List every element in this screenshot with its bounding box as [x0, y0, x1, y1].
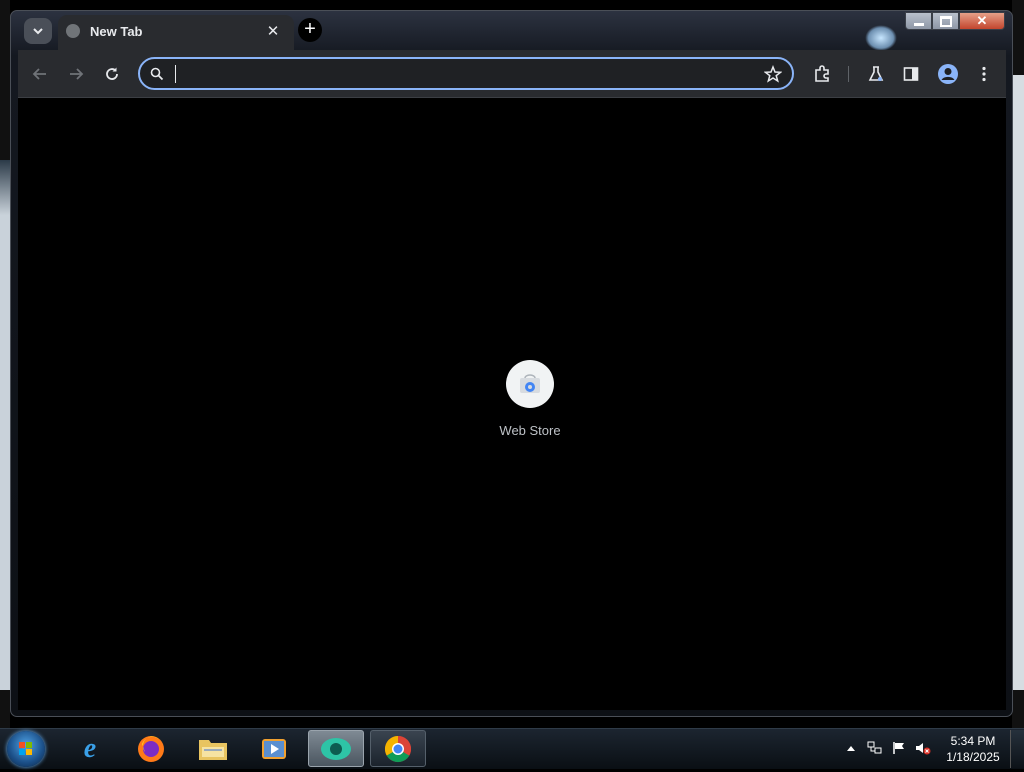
show-hidden-icons-button[interactable]: [843, 740, 859, 756]
flask-icon: [868, 66, 884, 81]
app-viewer-icon: [321, 737, 351, 760]
shortcut-icon-circle: [506, 360, 554, 408]
taskbar-clock[interactable]: 5:34 PM 1/18/2025: [940, 733, 1006, 765]
show-desktop-button[interactable]: [1010, 730, 1024, 768]
desktop-background-left: [0, 0, 10, 730]
menu-button[interactable]: [972, 62, 996, 86]
taskbar-app-viewer[interactable]: [308, 730, 364, 767]
avatar-icon: [938, 64, 958, 84]
chevron-down-icon: [33, 28, 43, 35]
reload-button[interactable]: [100, 62, 124, 86]
internet-explorer-icon: e: [83, 732, 97, 764]
taskbar-firefox[interactable]: [123, 730, 179, 767]
windows-logo-icon: [19, 742, 32, 755]
reload-icon: [106, 67, 118, 80]
volume-muted-icon[interactable]: [915, 740, 931, 756]
action-center-flag-icon[interactable]: [891, 740, 907, 756]
new-tab-button[interactable]: +: [298, 18, 322, 42]
network-icon[interactable]: [867, 740, 883, 756]
extensions-button[interactable]: [810, 62, 834, 86]
flag-icon: [893, 742, 904, 754]
text-cursor: [175, 65, 176, 83]
side-panel-button[interactable]: [899, 62, 923, 86]
network-status-icon: [867, 741, 882, 754]
profile-button[interactable]: [936, 62, 960, 86]
back-button[interactable]: [28, 62, 52, 86]
minimize-icon: [913, 22, 924, 26]
arrow-left-icon: [32, 68, 46, 80]
taskbar-media-player[interactable]: [246, 730, 302, 767]
clock-date: 1/18/2025: [946, 750, 1000, 764]
arrow-right-icon: [70, 68, 84, 80]
tab-close-button[interactable]: ✕: [264, 23, 282, 41]
more-vertical-icon: [982, 66, 986, 82]
taskbar-file-explorer[interactable]: [185, 730, 241, 767]
side-panel-icon: [903, 67, 919, 81]
tab-search-button[interactable]: [24, 18, 52, 44]
media-player-icon: [262, 738, 286, 759]
minimize-button[interactable]: [905, 12, 932, 30]
taskbar-internet-explorer[interactable]: e: [62, 730, 118, 767]
search-icon: [150, 67, 164, 81]
desktop-background-right: [1012, 0, 1024, 730]
window-glow: [865, 25, 897, 51]
shortcut-label: Web Store: [499, 423, 561, 438]
chevron-up-icon: [847, 746, 855, 751]
start-button[interactable]: [7, 731, 45, 767]
clock-time: 5:34 PM: [950, 734, 996, 748]
address-input[interactable]: [174, 63, 738, 86]
maximize-icon: [939, 15, 952, 27]
close-window-button[interactable]: ✕: [959, 12, 1005, 30]
forward-button[interactable]: [64, 62, 88, 86]
tab-new-tab[interactable]: New Tab ✕: [58, 15, 294, 50]
star-icon[interactable]: [764, 65, 782, 83]
tab-title: New Tab: [90, 24, 143, 39]
toolbar-separator: [848, 66, 849, 82]
speaker-muted-icon: [916, 743, 931, 755]
taskbar-chrome[interactable]: [370, 730, 426, 767]
web-store-icon: [520, 374, 540, 393]
globe-icon: [66, 24, 80, 38]
puzzle-icon: [815, 65, 829, 82]
maximize-button[interactable]: [932, 12, 959, 30]
chrome-icon: [384, 735, 412, 762]
firefox-icon: [138, 735, 164, 762]
folder-icon: [199, 739, 227, 760]
close-icon: ✕: [976, 13, 988, 28]
address-bar[interactable]: [138, 57, 794, 90]
shortcut-web-store[interactable]: Web Store: [483, 358, 573, 448]
labs-button[interactable]: [864, 62, 888, 86]
page-content: Web Store: [18, 98, 1006, 710]
